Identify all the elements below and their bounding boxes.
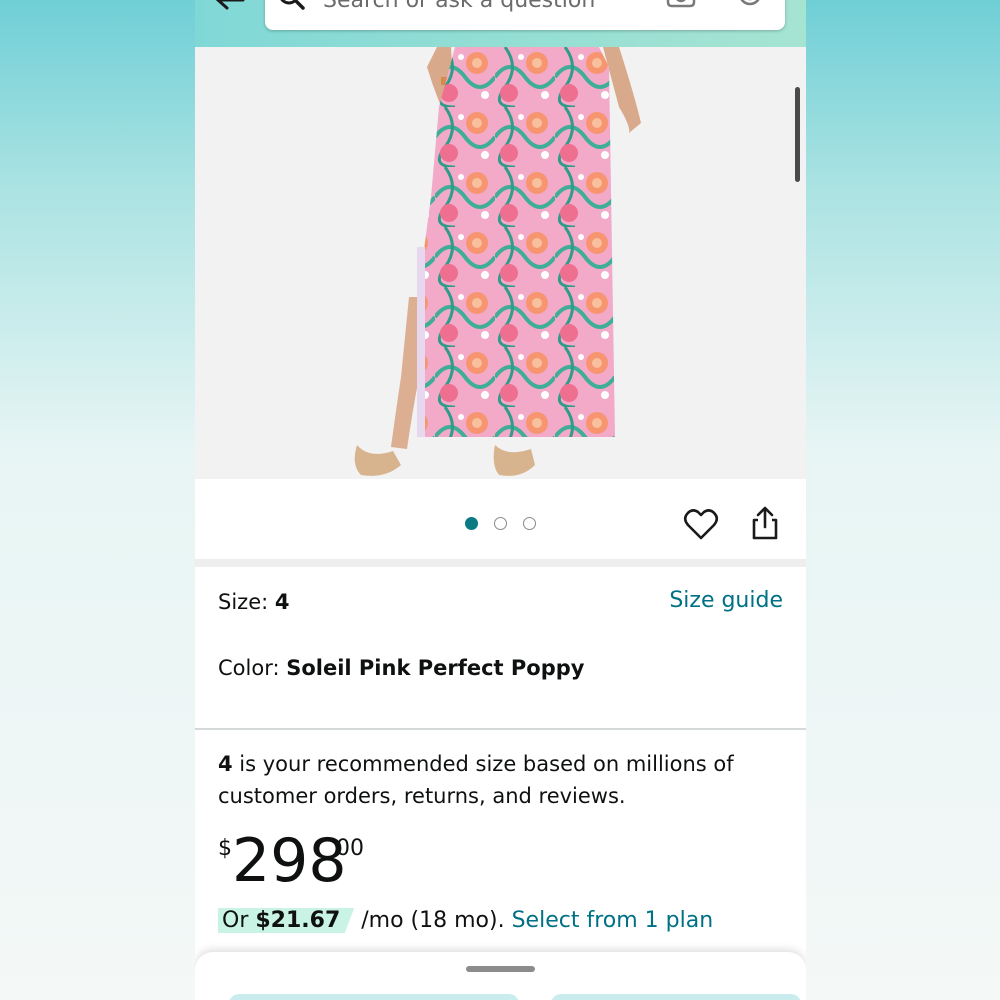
color-label: Color:	[218, 656, 287, 680]
dress-photo	[195, 47, 806, 479]
carousel-dot-2[interactable]	[494, 517, 507, 530]
size-label: Size:	[218, 590, 275, 614]
recommended-size: 4	[218, 752, 233, 776]
price-symbol: $	[218, 836, 232, 861]
installment-offer: Or $21.67 /mo (18 mo). Select from 1 pla…	[218, 908, 713, 933]
size-guide-link[interactable]: Size guide	[669, 588, 783, 613]
installment-term: /mo (18 mo).	[354, 908, 512, 933]
price-whole: 298	[232, 826, 347, 896]
image-controls	[195, 479, 806, 559]
carousel-dot-3[interactable]	[523, 517, 536, 530]
size-value: 4	[274, 590, 290, 614]
search-placeholder: Search or ask a question	[323, 0, 596, 13]
bottom-sheet[interactable]	[195, 952, 806, 1000]
size-selection: Size: 4	[218, 590, 289, 614]
mic-icon[interactable]	[735, 0, 765, 16]
carousel-dot-1[interactable]	[465, 517, 478, 530]
phone-screen: Search or ask a question Size: 4 Size gu…	[195, 0, 806, 1000]
heart-icon[interactable]	[683, 507, 719, 541]
color-value: Soleil Pink Perfect Poppy	[286, 656, 585, 680]
price-fraction: 00	[336, 836, 364, 861]
size-recommendation: 4 is your recommended size based on mill…	[218, 748, 778, 812]
product-image[interactable]	[195, 47, 806, 479]
section-separator	[195, 559, 806, 567]
sheet-drag-handle[interactable]	[466, 966, 535, 972]
camera-icon[interactable]	[665, 0, 697, 16]
share-icon[interactable]	[749, 505, 781, 541]
scroll-indicator[interactable]	[795, 87, 800, 182]
search-icon	[280, 0, 305, 10]
sheet-button-right[interactable]	[551, 994, 801, 1000]
top-search-bar: Search or ask a question	[195, 0, 806, 47]
sheet-button-left[interactable]	[229, 994, 519, 1000]
installment-badge: Or $21.67	[218, 908, 355, 933]
back-arrow-icon[interactable]	[213, 0, 249, 20]
installment-prefix: Or	[222, 908, 256, 933]
recommendation-text: is your recommended size based on millio…	[218, 752, 734, 808]
installment-amount: $21.67	[255, 908, 341, 933]
divider	[195, 728, 806, 730]
search-input[interactable]: Search or ask a question	[265, 0, 785, 30]
color-selection: Color: Soleil Pink Perfect Poppy	[218, 656, 584, 680]
select-plan-link[interactable]: Select from 1 plan	[512, 908, 714, 933]
